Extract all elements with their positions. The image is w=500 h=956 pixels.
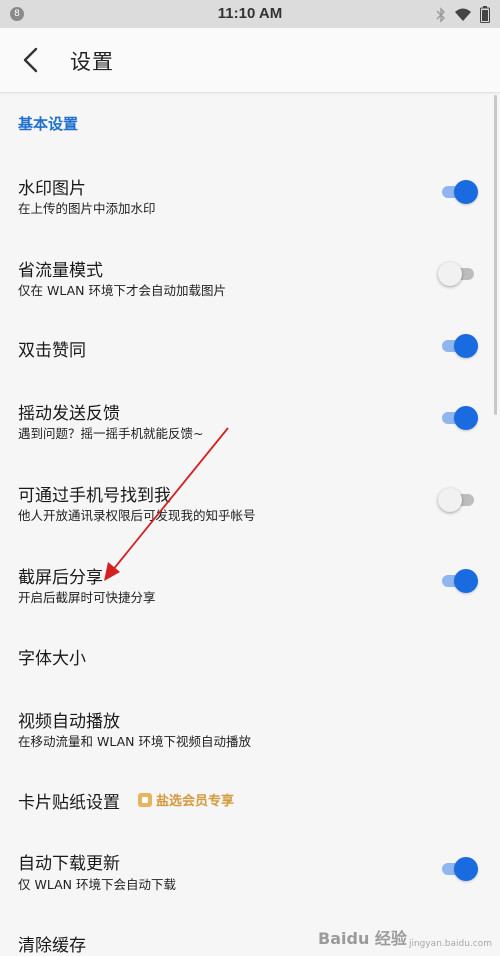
setting-row-screenshot-share[interactable]: 截屏后分享 开启后截屏时可快捷分享 xyxy=(0,552,500,622)
page-title: 设置 xyxy=(70,50,114,74)
toggle-screenshot-share[interactable] xyxy=(440,569,478,593)
toggle-data-saver[interactable] xyxy=(438,262,478,286)
watermark-url: jingyan.baidu.com xyxy=(408,939,492,949)
setting-row-video-autoplay[interactable]: 视频自动播放 在移动流量和 WLAN 环境下视频自动播放 xyxy=(0,696,500,756)
member-badge-label: 盐选会员专享 xyxy=(156,794,235,809)
setting-row-shake-feedback[interactable]: 摇动发送反馈 遇到问题？摇一摇手机就能反馈~ xyxy=(0,388,500,458)
setting-subtitle: 他人开放通讯录权限后可发现我的知乎帐号 xyxy=(18,508,256,523)
setting-title: 字体大小 xyxy=(18,649,86,669)
setting-subtitle: 在上传的图片中添加水印 xyxy=(18,201,156,216)
setting-row-watermark[interactable]: 水印图片 在上传的图片中添加水印 xyxy=(0,160,500,230)
setting-row-card-stickers[interactable]: 卡片贴纸设置 盐选会员专享 xyxy=(0,778,500,822)
setting-subtitle: 仅在 WLAN 环境下才会自动加载图片 xyxy=(18,283,226,298)
toggle-double-tap-upvote[interactable] xyxy=(440,334,478,358)
setting-title: 可通过手机号找到我 xyxy=(18,486,171,506)
watermark-brand: Baidu 经验 xyxy=(318,929,407,948)
wifi-icon xyxy=(455,8,471,21)
chevron-left-icon xyxy=(23,47,38,73)
toggle-auto-update[interactable] xyxy=(440,857,478,881)
status-icons xyxy=(436,6,490,23)
back-button[interactable] xyxy=(14,42,50,78)
status-time: 11:10 AM xyxy=(217,5,283,22)
setting-title: 摇动发送反馈 xyxy=(18,404,120,424)
setting-title: 水印图片 xyxy=(18,179,86,199)
setting-row-auto-update[interactable]: 自动下载更新 仅 WLAN 环境下会自动下载 xyxy=(0,840,500,910)
setting-row-double-tap-upvote[interactable]: 双击赞同 xyxy=(0,326,500,370)
setting-subtitle: 开启后截屏时可快捷分享 xyxy=(18,590,156,605)
member-crown-icon xyxy=(138,792,152,807)
setting-row-find-by-phone[interactable]: 可通过手机号找到我 他人开放通讯录权限后可发现我的知乎帐号 xyxy=(0,470,500,540)
setting-title: 双击赞同 xyxy=(18,341,86,361)
setting-subtitle: 在移动流量和 WLAN 环境下视频自动播放 xyxy=(18,734,251,749)
bluetooth-icon xyxy=(436,6,445,23)
setting-title: 卡片贴纸设置 xyxy=(18,793,120,813)
battery-icon xyxy=(480,6,490,23)
setting-title: 省流量模式 xyxy=(18,261,103,281)
section-header-basic: 基本设置 xyxy=(18,115,79,133)
toggle-find-by-phone[interactable] xyxy=(438,488,478,512)
status-bar: 8 11:10 AM xyxy=(0,0,500,28)
setting-subtitle: 仅 WLAN 环境下会自动下载 xyxy=(18,877,176,892)
setting-subtitle: 遇到问题？摇一摇手机就能反馈~ xyxy=(18,426,204,441)
setting-title: 清除缓存 xyxy=(18,936,86,956)
member-badge: 盐选会员专享 xyxy=(138,790,234,809)
toggle-shake-feedback[interactable] xyxy=(440,406,478,430)
watermark: Baidu 经验 jingyan.baidu.com xyxy=(318,925,492,949)
setting-row-data-saver[interactable]: 省流量模式 仅在 WLAN 环境下才会自动加载图片 xyxy=(0,243,500,313)
setting-row-font-size[interactable]: 字体大小 xyxy=(0,634,500,678)
app-toolbar: 设置 xyxy=(0,28,500,93)
setting-title: 视频自动播放 xyxy=(18,712,120,732)
setting-title: 自动下载更新 xyxy=(18,854,120,874)
setting-title: 截屏后分享 xyxy=(18,568,103,588)
toggle-watermark[interactable] xyxy=(440,180,478,204)
